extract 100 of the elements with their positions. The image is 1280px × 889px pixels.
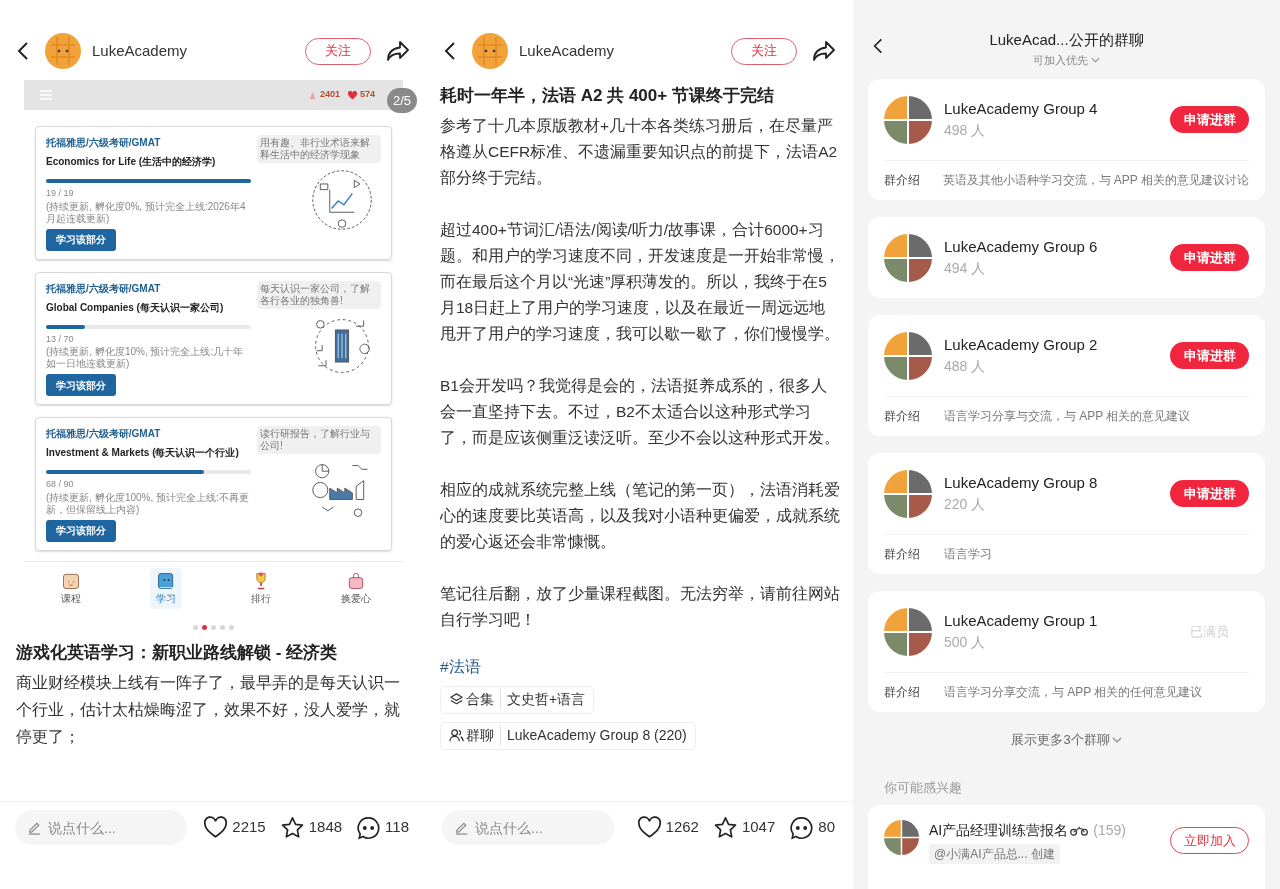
people-icon — [449, 728, 464, 744]
favorite-icon[interactable] — [712, 815, 738, 840]
intro-label: 群介绍 — [884, 171, 921, 189]
comment-count: 80 — [818, 817, 835, 838]
course-category: 托福雅思/六级考研/GMAT — [46, 281, 162, 296]
share-icon[interactable] — [386, 40, 410, 62]
study-button[interactable]: 学习该部分 — [46, 228, 116, 251]
app-tab[interactable]: 学习 — [150, 567, 183, 609]
section-heading: 你可能感兴趣 — [884, 778, 963, 797]
chip-value: 文史哲+语言 — [507, 690, 586, 710]
app-tab[interactable]: 换爱心 — [339, 567, 372, 609]
member-count: 498 人 — [944, 121, 987, 141]
comment-field[interactable]: 说点什么... — [442, 810, 614, 845]
pencil-icon — [454, 820, 469, 835]
app-tab[interactable]: 课程 — [55, 567, 88, 609]
member-count: 220 人 — [944, 495, 987, 515]
member-count: 494 人 — [944, 259, 987, 279]
group-name: LukeAcademy Group 6 — [944, 236, 1099, 257]
tip-bubble: 读行研报告，了解行业与公司! — [257, 426, 381, 454]
course-note: (持续更新, 孵化度100%, 预计完全上线:不再更新，但保留线上内容) — [46, 491, 250, 516]
post-paragraph: B1会开发吗？我觉得是会的，法语挺养成系的，很多人会一直坚持下去。不过，B2不太适合以这种形式学习了，而是应该侧重泛读泛听。至少不会以这种形式开发。 — [440, 375, 840, 448]
group-name: LukeAcademy Group 4 — [944, 98, 1099, 119]
economy-illustration — [309, 167, 375, 233]
like-icon[interactable] — [636, 815, 662, 840]
group-photo-collage — [884, 469, 932, 518]
post-paragraph: 超过400+节词汇/语法/阅读/听力/故事课，合计6000+习题。和用户的学习速度不同，开发速度是一开始非常慢，而在最后这个月以“光速”厚积薄发的。所以，我终于在5月18日赶上了用户的学习速度，以及在最近一周远远地甩开了用户的学习速度，我可以歇一歇了，你们慢慢学。 — [440, 219, 840, 344]
favorite-count: 1848 — [308, 817, 343, 838]
group-photo-collage — [884, 233, 932, 282]
group-photo-collage — [884, 331, 932, 380]
group-name: LukeAcademy Group 1 — [944, 610, 1099, 631]
like-count: 1262 — [665, 817, 699, 838]
chevron-down-icon — [1091, 56, 1100, 63]
back-icon[interactable] — [873, 37, 883, 55]
post-paragraph: 笔记往后翻，放了少量课程截图。无法穷举，请前往网站自行学习吧！ — [440, 583, 840, 630]
like-count: 2215 — [232, 817, 266, 838]
intro-label: 群介绍 — [884, 545, 921, 563]
apply-join-button[interactable]: 申请进群 — [1170, 244, 1249, 271]
group-name: LukeAcademy Group 8 — [944, 472, 1099, 493]
points-count: 2401 — [319, 88, 340, 102]
apply-join-button[interactable]: 申请进群 — [1170, 480, 1249, 507]
hearts-count: 574 — [359, 88, 375, 102]
apply-join-button[interactable]: 申请进群 — [1170, 342, 1249, 369]
tip-bubble: 每天认识一家公司，了解各行各业的独角兽! — [257, 280, 381, 309]
post-body: 商业财经模块上线有一阵子了，最早弄的是每天认识一个行业，估计太枯燥晦涩了，效果不好，没人爱学，就停更了； — [16, 673, 401, 747]
course-category: 托福雅思/六级考研/GMAT — [46, 136, 162, 150]
chip-label: 合集 — [466, 689, 501, 711]
back-icon[interactable] — [17, 41, 29, 61]
comment-icon[interactable] — [356, 815, 382, 840]
post-title: 游戏化英语学习：新职业路线解锁 - 经济类 — [16, 641, 339, 664]
group-chat-chip[interactable]: 群聊 LukeAcademy Group 8 (220) — [440, 721, 696, 750]
intro-label: 群介绍 — [884, 407, 921, 425]
course-title: Economics for Life (生活中的经济学) — [46, 155, 217, 169]
pencil-icon — [27, 820, 42, 835]
page-title: LukeAcad...公开的群聊 — [989, 30, 1144, 50]
intro-label: 群介绍 — [884, 683, 921, 701]
group-intro: 语言学习分享与交流，与 APP 相关的意见建议 — [944, 407, 1191, 425]
course-category: 托福雅思/六级考研/GMAT — [46, 427, 162, 441]
group-name: LukeAcademy Group 2 — [944, 334, 1099, 355]
progress-count: 68 / 90 — [46, 478, 75, 491]
apply-join-button[interactable]: 申请进群 — [1170, 106, 1249, 133]
avatar-icon[interactable] — [45, 33, 81, 69]
show-more-button[interactable]: 展示更多3个群聊 — [1011, 730, 1122, 750]
comment-icon[interactable] — [789, 815, 815, 840]
tip-bubble: 用有趣、非行业术语来解释生活中的经济学现象 — [257, 135, 381, 163]
author-name[interactable]: LukeAcademy — [519, 39, 731, 63]
like-icon[interactable] — [203, 815, 229, 840]
hashtag-link[interactable]: #法语 — [440, 654, 481, 678]
course-title: Global Companies (每天认识一家公司) — [46, 300, 225, 315]
group-photo-collage — [884, 607, 932, 656]
avatar-icon[interactable] — [472, 33, 508, 69]
study-button[interactable]: 学习该部分 — [46, 519, 116, 542]
chevron-down-icon — [1111, 736, 1122, 743]
course-note: (持续更新, 孵化度10%, 预计完全上线:几十年如一日地连载更新) — [46, 346, 245, 370]
heart-icon — [347, 90, 357, 100]
share-icon[interactable] — [812, 40, 836, 62]
favorite-icon[interactable] — [279, 815, 305, 840]
comment-field[interactable]: 说点什么... — [15, 810, 187, 845]
filter-dropdown[interactable]: 可加入优先 — [1033, 51, 1100, 68]
post-paragraph: 相应的成就系统完整上线（笔记的第一页），法语消耗爱心的速度要比英语高，以及我对小语种更偏爱，成就系统的爱心返还会非常慷慨。 — [440, 479, 840, 552]
group-intro: 语言学习分享交流，与 APP 相关的任何意见建议 — [944, 683, 1203, 701]
group-intro: 语言学习 — [944, 545, 992, 563]
progress-count: 13 / 70 — [46, 332, 75, 346]
group-photo-collage — [884, 820, 919, 855]
group-name: AI产品经理训练营报名 — [929, 821, 1069, 840]
post-paragraph: 参考了十几本原版教材+几十本各类练习册后，在尽量严格遵从CEFR标准、不遗漏重要知识点的前提下，法语A2部分终于完结。 — [440, 115, 839, 188]
member-count: 488 人 — [944, 357, 987, 377]
chip-label: 群聊 — [466, 725, 501, 747]
group-intro: 英语及其他小语种学习交流，与 APP 相关的意见建议讨论 — [942, 171, 1249, 189]
course-note: (持续更新, 孵化度0%, 预计完全上线:2026年4月起连载更新) — [46, 200, 247, 225]
course-title: Investment & Markets (每天认识一个行业) — [46, 446, 240, 460]
back-icon[interactable] — [444, 41, 456, 61]
creator-tag: @小满AI产品总... 创建 — [929, 844, 1060, 864]
motorcycle-icon — [1070, 825, 1089, 836]
author-name[interactable]: LukeAcademy — [92, 39, 305, 63]
favorite-count: 1047 — [741, 817, 776, 838]
app-tab[interactable]: 排行 — [244, 567, 277, 609]
member-count: (159) — [1093, 821, 1126, 840]
study-button[interactable]: 学习该部分 — [46, 374, 116, 396]
collection-chip[interactable]: 合集 文史哲+语言 — [440, 685, 595, 714]
post-title: 耗时一年半，法语 A2 共 400+ 节课终于完结 — [440, 85, 775, 107]
